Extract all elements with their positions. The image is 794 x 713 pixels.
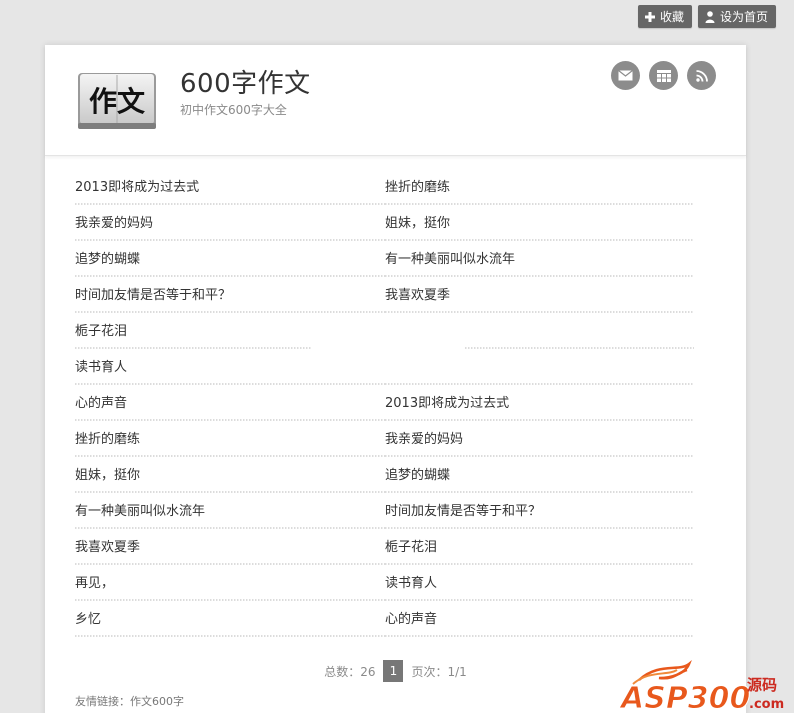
article-link[interactable]: 挫折的磨练 <box>385 170 694 206</box>
article-link[interactable]: 2013即将成为过去式 <box>75 170 385 206</box>
list-row: 姐妹，挺你 追梦的蝴蝶 <box>75 458 694 494</box>
asp300-watermark-logo: ASP300 源码 .com <box>619 660 784 713</box>
user-icon <box>705 10 715 23</box>
rss-button[interactable] <box>687 61 716 90</box>
total-count: 总数：26 <box>324 664 376 679</box>
top-toolbar: 收藏 设为首页 <box>637 5 776 28</box>
table-button[interactable] <box>649 61 678 90</box>
friend-links-label: 友情链接： <box>75 695 130 708</box>
plus-icon <box>644 11 655 22</box>
article-link[interactable]: 时间加友情是否等于和平？ <box>75 278 385 314</box>
article-link[interactable]: 我亲爱的妈妈 <box>385 422 694 458</box>
list-row: 我亲爱的妈妈 姐妹，挺你 <box>75 206 694 242</box>
list-row: 2013即将成为过去式 挫折的磨练 <box>75 170 694 206</box>
rss-icon <box>695 69 708 82</box>
article-link[interactable]: 姐妹，挺你 <box>385 206 694 242</box>
list-row: 追梦的蝴蝶 有一种美丽叫似水流年 <box>75 242 694 278</box>
list-row: 再见， 读书育人 <box>75 566 694 602</box>
table-icon <box>656 69 671 82</box>
list-row: 乡忆 心的声音 <box>75 602 694 638</box>
favorite-label: 收藏 <box>659 10 684 24</box>
friend-links: 友情链接：作文600字 <box>75 693 184 709</box>
watermark-domain: .com <box>749 697 784 712</box>
watermark-brand: ASP300 <box>619 681 750 713</box>
email-button[interactable] <box>611 61 640 90</box>
list-row: 栀子花泪 <box>75 314 694 350</box>
page-button-current[interactable]: 1 <box>383 660 404 682</box>
article-link-empty <box>385 350 694 386</box>
article-link[interactable]: 心的声音 <box>385 602 694 638</box>
article-link[interactable]: 我喜欢夏季 <box>385 278 694 314</box>
article-link[interactable]: 乡忆 <box>75 602 385 638</box>
article-link[interactable]: 我喜欢夏季 <box>75 530 385 566</box>
list-row: 读书育人 <box>75 350 694 386</box>
page-info: 页次：1/1 <box>411 664 467 679</box>
article-link[interactable]: 时间加友情是否等于和平？ <box>385 494 694 530</box>
envelope-icon <box>618 70 633 81</box>
main-card: 作文 600字作文 初中作文600字大全 2013即将成为过去式 挫折的磨练 我… <box>45 45 746 713</box>
list-row: 时间加友情是否等于和平？ 我喜欢夏季 <box>75 278 694 314</box>
article-link[interactable]: 2013即将成为过去式 <box>385 386 694 422</box>
article-link[interactable]: 读书育人 <box>75 350 385 386</box>
article-link[interactable]: 有一种美丽叫似水流年 <box>75 494 385 530</box>
article-link[interactable]: 读书育人 <box>385 566 694 602</box>
set-homepage-label: 设为首页 <box>719 10 768 24</box>
site-title[interactable]: 600字作文 <box>180 63 311 100</box>
article-link[interactable]: 栀子花泪 <box>385 530 694 566</box>
site-logo[interactable]: 作文 <box>77 71 157 131</box>
article-link[interactable]: 有一种美丽叫似水流年 <box>385 242 694 278</box>
logo-text: 作文 <box>89 85 145 118</box>
list-row: 我喜欢夏季 栀子花泪 <box>75 530 694 566</box>
article-link[interactable]: 追梦的蝴蝶 <box>75 242 385 278</box>
watermark-brand-cn: 源码 <box>747 676 777 694</box>
article-link[interactable]: 姐妹，挺你 <box>75 458 385 494</box>
article-link[interactable]: 栀子花泪 <box>75 314 311 350</box>
list-gap <box>311 314 465 350</box>
site-header: 作文 600字作文 初中作文600字大全 <box>45 45 746 156</box>
article-link[interactable]: 心的声音 <box>75 386 385 422</box>
friend-link[interactable]: 作文600字 <box>130 695 184 708</box>
list-row: 心的声音 2013即将成为过去式 <box>75 386 694 422</box>
list-row: 有一种美丽叫似水流年 时间加友情是否等于和平？ <box>75 494 694 530</box>
article-link[interactable]: 再见， <box>75 566 385 602</box>
set-homepage-button[interactable]: 设为首页 <box>697 5 776 28</box>
article-link[interactable]: 挫折的磨练 <box>75 422 385 458</box>
social-links <box>611 61 716 90</box>
favorite-button[interactable]: 收藏 <box>637 5 692 28</box>
article-list: 2013即将成为过去式 挫折的磨练 我亲爱的妈妈 姐妹，挺你 追梦的蝴蝶 有一种… <box>75 170 694 638</box>
site-subtitle: 初中作文600字大全 <box>180 103 287 117</box>
article-link-empty <box>465 314 694 350</box>
list-row: 挫折的磨练 我亲爱的妈妈 <box>75 422 694 458</box>
article-link[interactable]: 我亲爱的妈妈 <box>75 206 385 242</box>
article-link[interactable]: 追梦的蝴蝶 <box>385 458 694 494</box>
